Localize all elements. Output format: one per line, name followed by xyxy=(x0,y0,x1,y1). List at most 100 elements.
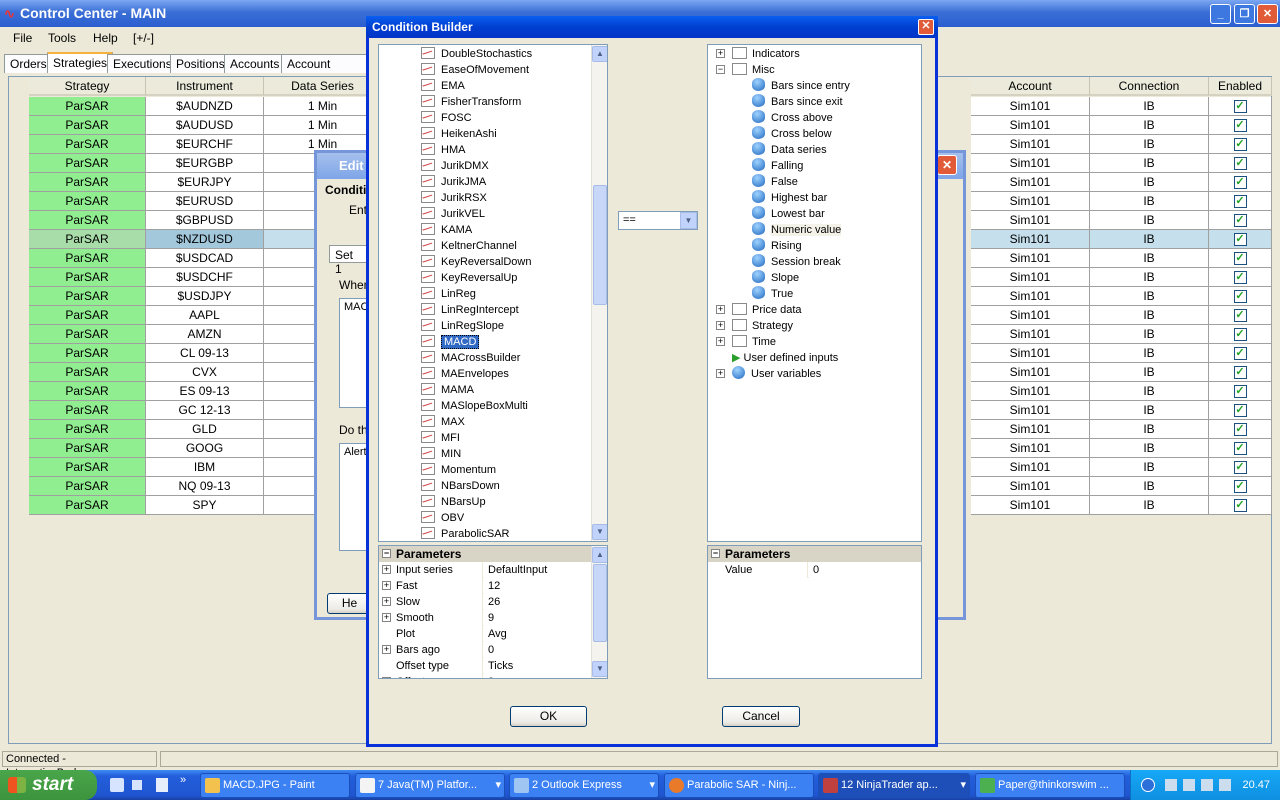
checkbox-checked-icon[interactable]: ✓ xyxy=(1233,480,1247,494)
checkbox-checked-icon[interactable]: ✓ xyxy=(1233,119,1247,133)
checkbox-checked-icon[interactable]: ✓ xyxy=(1233,138,1247,152)
indicator-list-item[interactable]: KeltnerChannel xyxy=(421,238,517,254)
expand-icon[interactable]: + xyxy=(382,565,391,574)
connection-cell[interactable]: IB xyxy=(1090,363,1209,382)
instrument-cell[interactable]: GLD xyxy=(146,420,264,439)
tree-item-misc-child[interactable]: Cross above xyxy=(752,110,833,126)
account-cell[interactable]: Sim101 xyxy=(971,192,1090,211)
checkbox-checked-icon[interactable]: ✓ xyxy=(1233,385,1247,399)
account-cell[interactable]: Sim101 xyxy=(971,325,1090,344)
strategy-cell[interactable]: ParSAR xyxy=(29,306,146,325)
connection-cell[interactable]: IB xyxy=(1090,268,1209,287)
tree-item-misc-child[interactable]: Data series xyxy=(752,142,827,158)
strategy-cell[interactable]: ParSAR xyxy=(29,325,146,344)
checkbox-checked-icon[interactable]: ✓ xyxy=(1233,157,1247,171)
enabled-cell[interactable]: ✓ xyxy=(1209,325,1272,344)
tree-item-user-inputs[interactable]: ▶ User defined inputs xyxy=(732,350,838,366)
indicator-list-item[interactable]: LinRegSlope xyxy=(421,318,504,334)
data-series-cell[interactable]: 1 Min xyxy=(264,97,382,116)
strategy-cell[interactable]: ParSAR xyxy=(29,439,146,458)
enabled-cell[interactable]: ✓ xyxy=(1209,173,1272,192)
strategy-cell[interactable]: ParSAR xyxy=(29,173,146,192)
indicator-list-item[interactable]: HeikenAshi xyxy=(421,126,497,142)
tree-item-misc-child[interactable]: Bars since entry xyxy=(752,78,850,94)
instrument-cell[interactable]: AMZN xyxy=(146,325,264,344)
edit-close-button[interactable]: ✕ xyxy=(937,155,957,175)
quicklaunch-ie-icon[interactable] xyxy=(110,778,124,792)
value-param-row[interactable]: Value 0 xyxy=(708,562,921,578)
tray-app-icon[interactable] xyxy=(1219,779,1231,791)
param-value[interactable]: Ticks xyxy=(484,658,591,674)
scroll-up-arrow-icon[interactable]: ▲ xyxy=(592,46,607,62)
instrument-cell[interactable]: $NZDUSD xyxy=(146,230,264,249)
indicator-list-item[interactable]: KeyReversalUp xyxy=(421,270,517,286)
checkbox-checked-icon[interactable]: ✓ xyxy=(1233,176,1247,190)
expand-icon[interactable]: + xyxy=(716,49,725,58)
connection-cell[interactable]: IB xyxy=(1090,192,1209,211)
account-cell[interactable]: Sim101 xyxy=(971,363,1090,382)
enabled-cell[interactable]: ✓ xyxy=(1209,97,1272,116)
connection-cell[interactable]: IB xyxy=(1090,249,1209,268)
cancel-button[interactable]: Cancel xyxy=(722,706,800,727)
enabled-cell[interactable]: ✓ xyxy=(1209,249,1272,268)
connection-cell[interactable]: IB xyxy=(1090,154,1209,173)
tree-item-misc-child[interactable]: Rising xyxy=(752,238,802,254)
params-scroll-down-icon[interactable]: ▼ xyxy=(592,661,607,677)
param-value[interactable]: 26 xyxy=(484,594,591,610)
param-row[interactable]: + Bars ago 0 xyxy=(379,642,591,658)
tab-accounts[interactable]: Accounts xyxy=(224,54,286,73)
account-cell[interactable]: Sim101 xyxy=(971,135,1090,154)
param-row[interactable]: Plot Avg xyxy=(379,626,591,642)
account-cell[interactable]: Sim101 xyxy=(971,268,1090,287)
indicator-list-item[interactable]: OBV xyxy=(421,510,464,526)
scroll-thumb[interactable] xyxy=(593,185,607,305)
checkbox-checked-icon[interactable]: ✓ xyxy=(1233,461,1247,475)
tree-item-misc-child[interactable]: Numeric value xyxy=(752,222,842,238)
indicator-list-item[interactable]: MACrossBuilder xyxy=(421,350,520,366)
instrument-cell[interactable]: $USDCAD xyxy=(146,249,264,268)
dialog-titlebar[interactable]: Condition Builder ✕ xyxy=(366,16,938,38)
minimize-button[interactable]: _ xyxy=(1210,4,1231,24)
indicator-list-item[interactable]: ParabolicSAR xyxy=(421,526,509,541)
enabled-cell[interactable]: ✓ xyxy=(1209,401,1272,420)
indicator-list-item[interactable]: KeyReversalDown xyxy=(421,254,531,270)
strategy-cell[interactable]: ParSAR xyxy=(29,382,146,401)
task-paint[interactable]: MACD.JPG - Paint xyxy=(200,773,350,798)
data-series-cell[interactable]: 1 Min xyxy=(264,116,382,135)
account-cell[interactable]: Sim101 xyxy=(971,116,1090,135)
connection-cell[interactable]: IB xyxy=(1090,344,1209,363)
task-outlook[interactable]: 2 Outlook Express ▾ xyxy=(509,773,659,798)
indicator-list[interactable]: DoubleStochastics EaseOfMovement EMA Fisher… xyxy=(378,44,608,542)
connection-cell[interactable]: IB xyxy=(1090,97,1209,116)
instrument-cell[interactable]: $AUDUSD xyxy=(146,116,264,135)
checkbox-checked-icon[interactable]: ✓ xyxy=(1233,366,1247,380)
strategy-cell[interactable]: ParSAR xyxy=(29,154,146,173)
expand-icon[interactable]: + xyxy=(382,613,391,622)
instrument-cell[interactable]: NQ 09-13 xyxy=(146,477,264,496)
strategy-cell[interactable]: ParSAR xyxy=(29,496,146,515)
tree-item-misc-child[interactable]: Cross below xyxy=(752,126,832,142)
indicator-list-item[interactable]: EMA xyxy=(421,78,465,94)
indicator-list-item[interactable]: LinRegIntercept xyxy=(421,302,519,318)
indicator-list-item[interactable]: MFI xyxy=(421,430,460,446)
expand-icon[interactable]: + xyxy=(716,337,725,346)
enabled-cell[interactable]: ✓ xyxy=(1209,192,1272,211)
tab-set-1[interactable]: Set 1 xyxy=(329,245,369,276)
account-cell[interactable]: Sim101 xyxy=(971,439,1090,458)
right-params-header[interactable]: − Parameters xyxy=(708,546,921,562)
quicklaunch-doc-icon[interactable] xyxy=(156,778,168,792)
param-value[interactable]: DefaultInput xyxy=(484,562,591,578)
menu-tools[interactable]: Tools xyxy=(48,31,76,45)
enabled-cell[interactable]: ✓ xyxy=(1209,287,1272,306)
menu-help[interactable]: Help xyxy=(93,31,118,45)
strategy-cell[interactable]: ParSAR xyxy=(29,116,146,135)
col-instrument[interactable]: Instrument xyxy=(146,77,264,96)
tree-item-misc-child[interactable]: False xyxy=(752,174,798,190)
account-cell[interactable]: Sim101 xyxy=(971,173,1090,192)
instrument-cell[interactable]: IBM xyxy=(146,458,264,477)
enabled-cell[interactable]: ✓ xyxy=(1209,306,1272,325)
connection-cell[interactable]: IB xyxy=(1090,401,1209,420)
strategy-cell[interactable]: ParSAR xyxy=(29,363,146,382)
strategy-cell[interactable]: ParSAR xyxy=(29,420,146,439)
indicator-list-item[interactable]: HMA xyxy=(421,142,465,158)
